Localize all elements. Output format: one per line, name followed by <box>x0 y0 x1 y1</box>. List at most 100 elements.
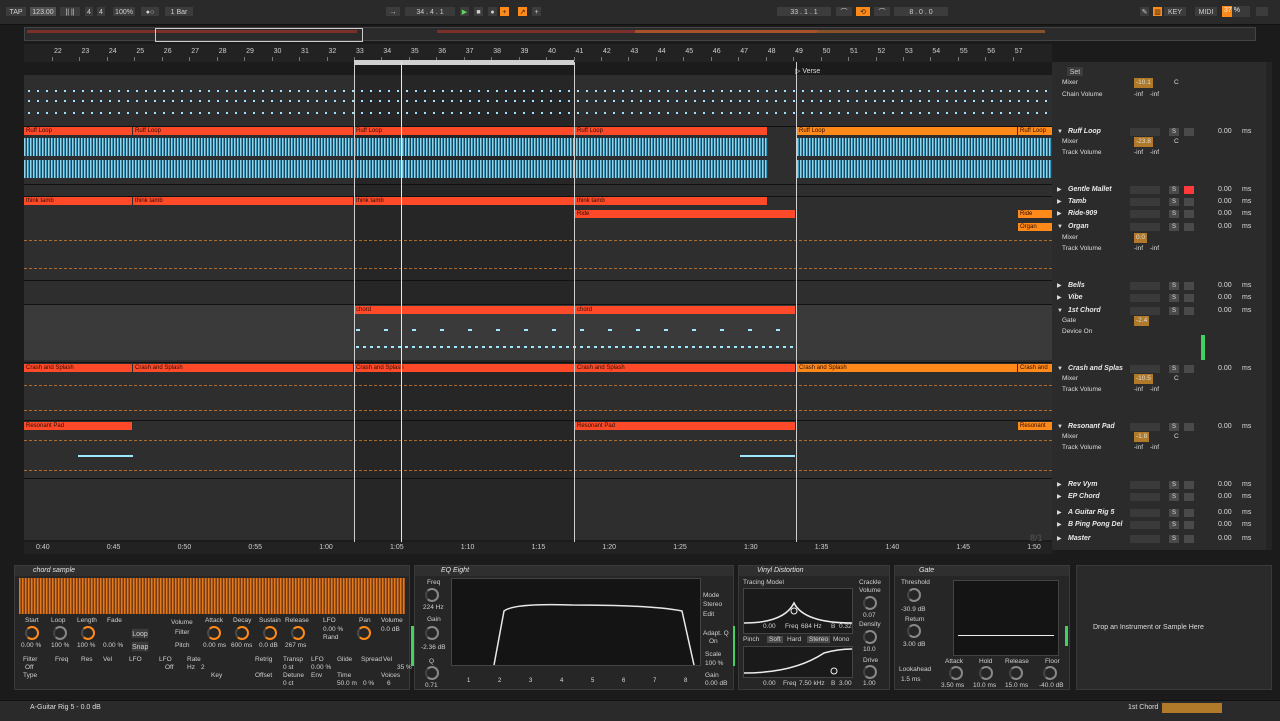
clip-pad-3[interactable]: Resonant <box>1018 422 1052 430</box>
clip-ride-short[interactable]: Ride <box>1018 210 1052 218</box>
chevron-down-icon[interactable]: ▼ <box>1057 221 1063 233</box>
subrow-pad-track-volume[interactable]: Track Volume -inf -inf <box>1052 443 1212 453</box>
solo-button[interactable]: S <box>1169 493 1179 501</box>
clip-crash-6[interactable]: Crash and <box>1018 364 1052 372</box>
key-map-button[interactable]: KEY <box>1163 6 1187 17</box>
loop-knob[interactable] <box>53 626 67 640</box>
clip-think-tamb-2[interactable]: think tamb <box>133 197 353 205</box>
track-delay-value[interactable]: 0.00 <box>1218 126 1232 138</box>
scrollbar-right[interactable] <box>1266 62 1272 550</box>
subrow-organ-track-volume[interactable]: Track Volume -inf -inf <box>1052 244 1212 254</box>
track-name[interactable]: Organ <box>1068 221 1089 233</box>
position-field[interactable]: 34 . 4 . 1 <box>404 6 456 17</box>
track-name[interactable]: Tamb <box>1068 196 1086 208</box>
snap-toggle[interactable]: Snap <box>131 641 149 652</box>
solo-button[interactable]: S <box>1169 307 1179 315</box>
subrow-chain-volume[interactable]: Chain Volume -inf -inf <box>1052 90 1212 100</box>
track-volume-field[interactable] <box>1130 223 1160 231</box>
track-header-ep-chord[interactable]: ▶ EP Chord S 0.00 ms <box>1052 491 1262 503</box>
clip-think-tamb-1[interactable]: think tamb <box>24 197 132 205</box>
solo-button[interactable]: S <box>1169 294 1179 302</box>
track-delay-value[interactable]: 0.00 <box>1218 208 1232 220</box>
eq-band-7-toggle[interactable]: 7 <box>653 678 656 684</box>
start-knob[interactable] <box>25 626 39 640</box>
arm-button[interactable] <box>1184 365 1194 373</box>
loop-brace[interactable] <box>354 60 574 65</box>
track-volume-field[interactable] <box>1130 521 1160 529</box>
arm-button[interactable] <box>1184 481 1194 489</box>
chevron-right-icon[interactable]: ▶ <box>1057 184 1062 196</box>
attack-knob[interactable] <box>207 626 221 640</box>
track-delay-value[interactable]: 0.00 <box>1218 184 1232 196</box>
eq-band-4-toggle[interactable]: 4 <box>560 678 563 684</box>
track-name[interactable]: A Guitar Rig 5 <box>1068 507 1114 519</box>
eq-display[interactable] <box>451 578 701 666</box>
track-volume-field[interactable] <box>1130 294 1160 302</box>
subrow-organ-mixer[interactable]: Mixer 0.0 <box>1052 233 1212 243</box>
eq-freq-knob[interactable] <box>425 588 439 602</box>
loop-start-field[interactable]: 33 . 1 . 1 <box>776 6 832 17</box>
solo-button[interactable]: S <box>1169 198 1179 206</box>
track-delay-value[interactable]: 0.00 <box>1218 507 1232 519</box>
record-button[interactable]: ● <box>487 6 498 17</box>
drive-knob[interactable] <box>863 665 877 679</box>
clip-ruff-loop-1[interactable]: Ruff Loop <box>24 127 132 135</box>
clip-think-tamb-4[interactable]: think tamb <box>575 197 767 205</box>
arm-button[interactable] <box>1184 282 1194 290</box>
solo-button[interactable]: S <box>1169 223 1179 231</box>
track-name[interactable]: Rev Vym <box>1068 479 1097 491</box>
subrow-crash-track-volume[interactable]: Track Volume -inf -inf <box>1052 385 1212 395</box>
release-knob[interactable] <box>291 626 305 640</box>
track-header-rev-vym[interactable]: ▶ Rev Vym S 0.00 ms <box>1052 479 1262 491</box>
eq-q-knob[interactable] <box>425 666 439 680</box>
chevron-right-icon[interactable]: ▶ <box>1057 208 1062 220</box>
punch-in-button[interactable]: ⌒ <box>835 6 853 17</box>
track-name[interactable]: Bells <box>1068 280 1085 292</box>
solo-button[interactable]: S <box>1169 481 1179 489</box>
chevron-right-icon[interactable]: ▶ <box>1057 196 1062 208</box>
simpler-device[interactable]: chord sample Start Loop Length Fade Volu… <box>14 565 414 690</box>
solo-button[interactable]: S <box>1169 509 1179 517</box>
zoom-field[interactable]: 100% <box>112 6 136 17</box>
punch-out-button[interactable]: ⌒ <box>873 6 891 17</box>
arm-button[interactable] <box>1184 128 1194 136</box>
clip-ruff-loop-5[interactable]: Ruff Loop <box>797 127 1017 135</box>
track-volume-field[interactable] <box>1130 198 1160 206</box>
eq-eight-device[interactable]: EQ Eight Freq 224 Hz Gain -2.36 dB Q 0.7… <box>414 565 735 690</box>
play-button[interactable]: ▶ <box>459 6 470 17</box>
clip-pad-2[interactable]: Resonant Pad <box>575 422 795 430</box>
sustain-knob[interactable] <box>263 626 277 640</box>
track-name[interactable]: Master <box>1068 533 1091 545</box>
clip-pad-1[interactable]: Resonant Pad <box>24 422 132 430</box>
arm-button[interactable] <box>1184 186 1194 194</box>
overview-view-box[interactable] <box>155 28 363 42</box>
arm-button[interactable] <box>1184 294 1194 302</box>
solo-button[interactable]: S <box>1169 282 1179 290</box>
arm-button[interactable] <box>1184 423 1194 431</box>
track-volume-field[interactable] <box>1130 535 1160 543</box>
track-delay-value[interactable]: 0.00 <box>1218 292 1232 304</box>
track-delay-value[interactable]: 0.00 <box>1218 479 1232 491</box>
meter-den[interactable]: 4 <box>96 6 106 17</box>
arm-button[interactable] <box>1184 521 1194 529</box>
overdub-button[interactable]: + <box>499 6 510 17</box>
solo-button[interactable]: S <box>1169 521 1179 529</box>
pan-knob[interactable] <box>357 626 371 640</box>
track-name[interactable]: EP Chord <box>1068 491 1100 503</box>
instrument-drop-area[interactable]: Drop an Instrument or Sample Here <box>1076 565 1272 690</box>
vinyl-distortion-device[interactable]: Vinyl Distortion Tracing Model Pinch Sof… <box>738 565 890 690</box>
chevron-right-icon[interactable]: ▶ <box>1057 280 1062 292</box>
solo-button[interactable]: S <box>1169 128 1179 136</box>
track-volume-field[interactable] <box>1130 282 1160 290</box>
track-header-vibe[interactable]: ▶ Vibe S 0.00 ms <box>1052 292 1262 304</box>
clip-chord-2[interactable]: chord <box>575 306 795 314</box>
track-volume-field[interactable] <box>1130 128 1160 136</box>
clip-crash-4[interactable]: Crash and Splash <box>575 364 795 372</box>
arm-button[interactable] <box>1184 307 1194 315</box>
solo-button[interactable]: S <box>1169 186 1179 194</box>
tap-button[interactable]: TAP <box>5 6 27 17</box>
gate-display[interactable] <box>953 580 1059 656</box>
stop-button[interactable]: ■ <box>473 6 484 17</box>
clip-organ-short[interactable]: Organ <box>1018 223 1052 231</box>
track-volume-field[interactable] <box>1130 493 1160 501</box>
